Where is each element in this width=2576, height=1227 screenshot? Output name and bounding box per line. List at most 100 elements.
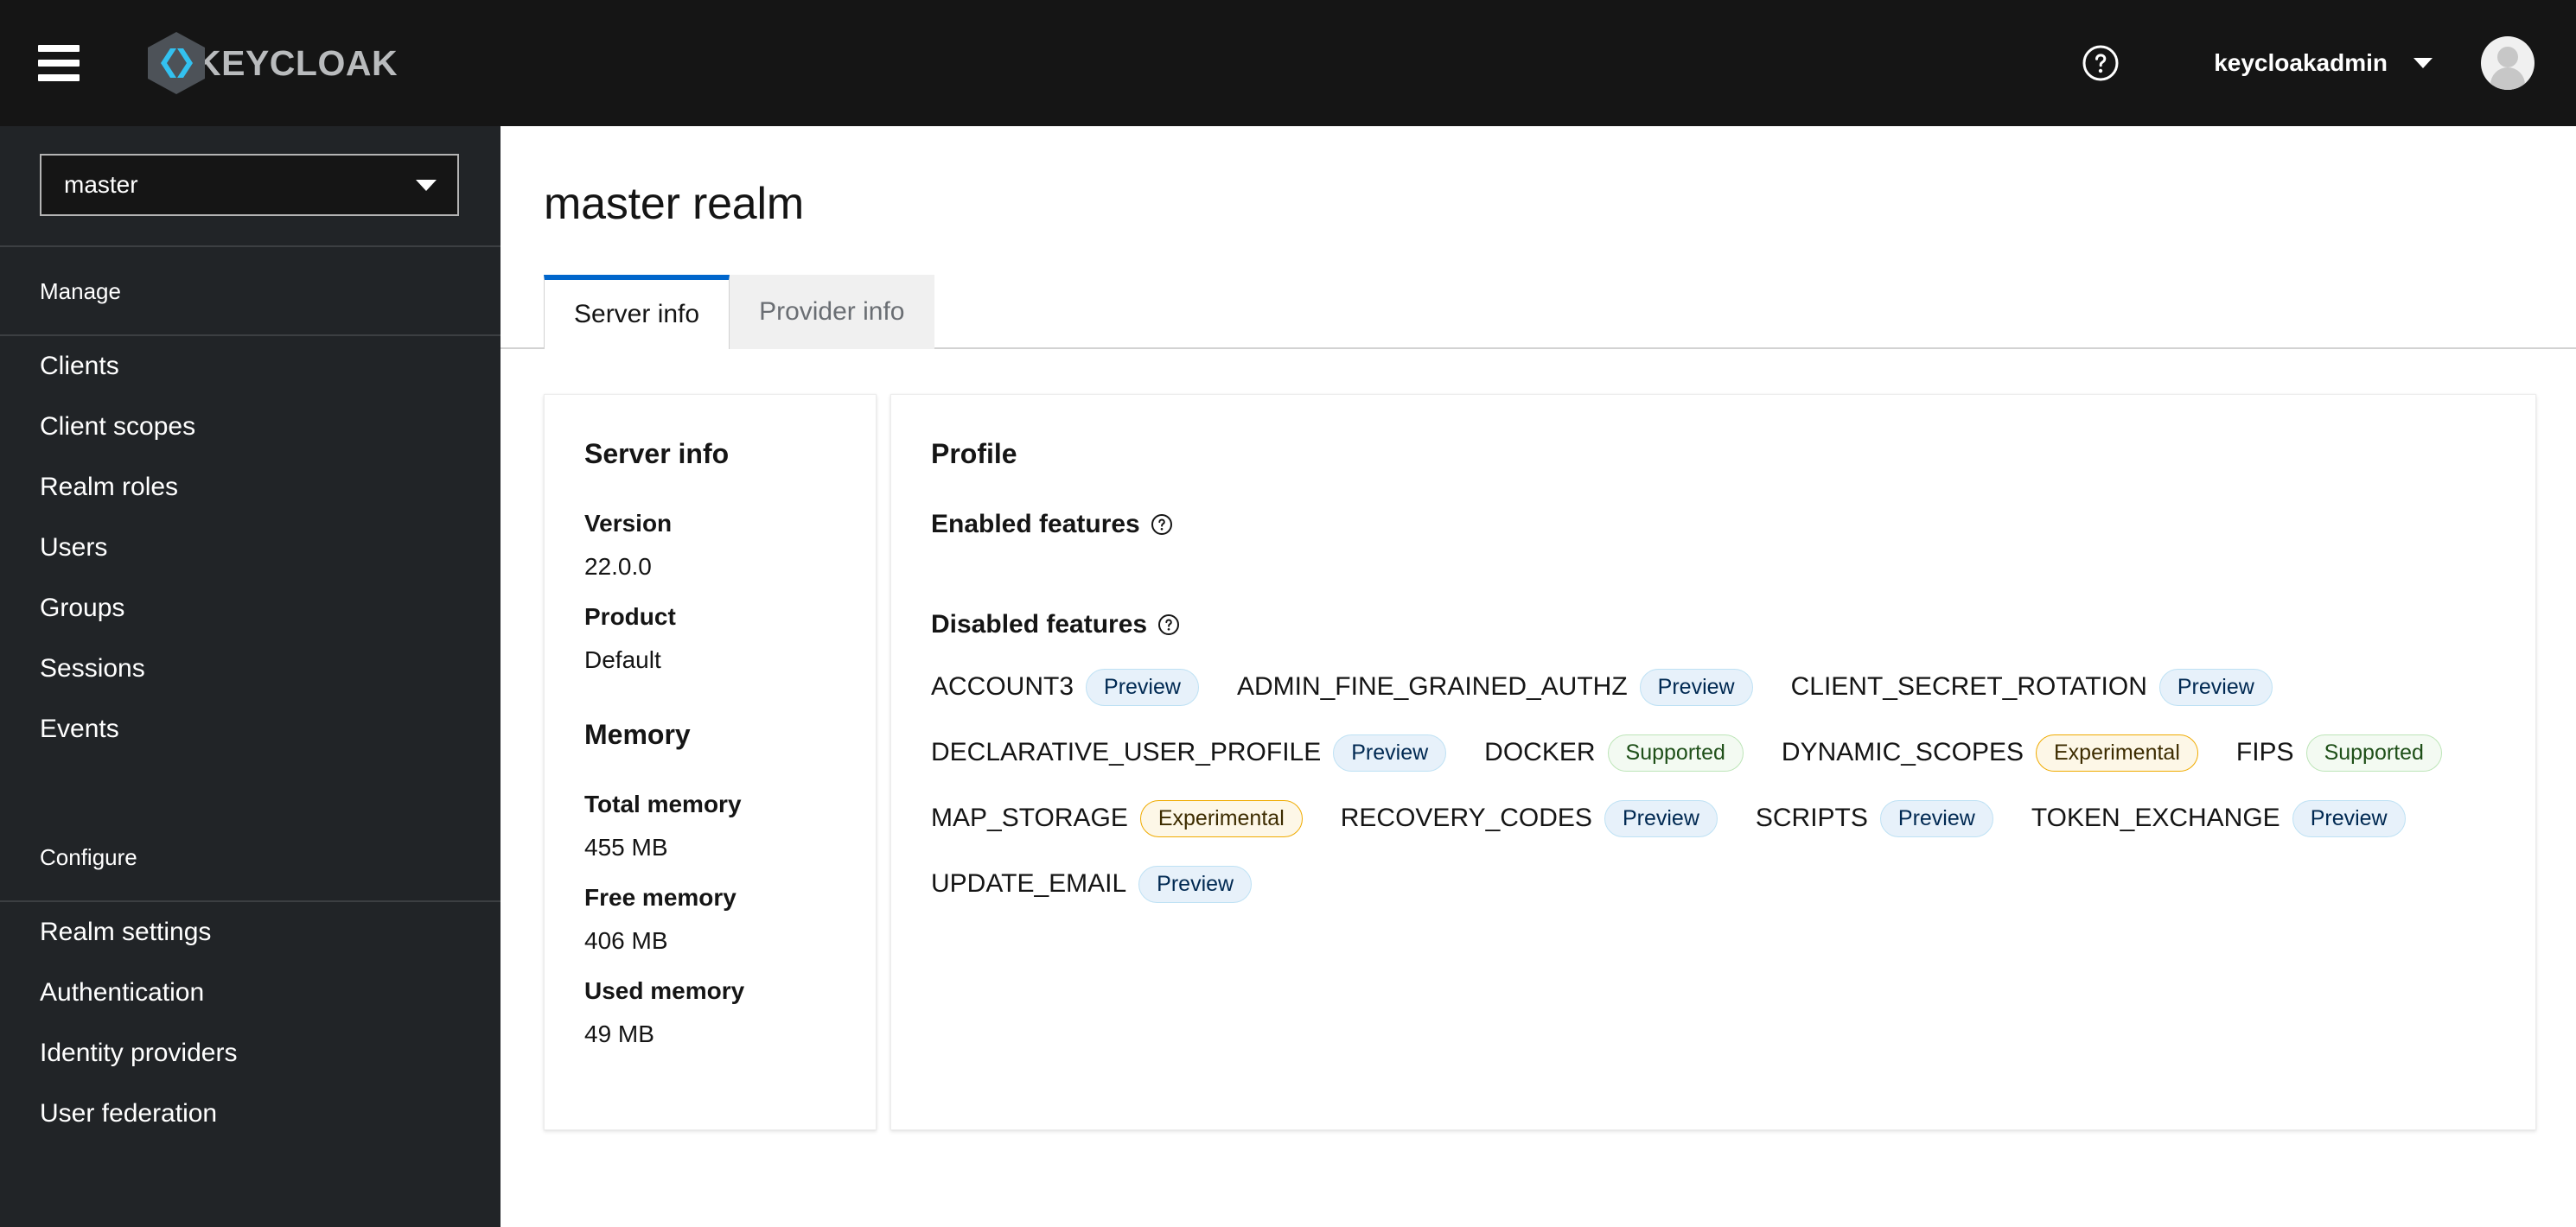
brand-name: KEYCLOAK <box>195 42 399 83</box>
status-badge: Preview <box>1604 799 1718 837</box>
total-memory-label: Total memory <box>584 791 742 817</box>
feature-item: DYNAMIC_SCOPES Experimental <box>1782 726 2198 779</box>
used-memory-value: 49 MB <box>584 1020 654 1047</box>
caret-down-icon <box>2413 58 2433 68</box>
caret-down-icon <box>416 179 437 191</box>
memory-heading: Memory <box>584 719 691 750</box>
feature-name: DOCKER <box>1484 738 1596 766</box>
sidebar-item-authentication[interactable]: Authentication <box>0 963 501 1023</box>
sidebar-item-sessions[interactable]: Sessions <box>0 639 501 699</box>
feature-item: MAP_STORAGE Experimental <box>931 792 1303 845</box>
total-memory-value: 455 MB <box>584 834 668 861</box>
disabled-features-label: Disabled features <box>931 610 2496 639</box>
server-info-heading: Server info <box>584 438 730 469</box>
tab-bar: Server info Provider info <box>501 275 2576 349</box>
feature-name: MAP_STORAGE <box>931 804 1128 832</box>
sidebar-item-client-scopes[interactable]: Client scopes <box>0 397 501 457</box>
main-content: master realm Server info Provider info S… <box>501 126 2576 1227</box>
status-badge: Preview <box>1138 865 1253 903</box>
sidebar-item-user-federation[interactable]: User federation <box>0 1084 501 1144</box>
features-gap <box>931 560 2496 610</box>
tab-provider-info[interactable]: Provider info <box>730 275 934 349</box>
hamburger-menu-icon[interactable] <box>38 45 80 81</box>
feature-item: DECLARATIVE_USER_PROFILE Preview <box>931 726 1447 779</box>
server-info-card: Server info Version 22.0.0 Product Defau… <box>544 394 877 1130</box>
feature-name: ADMIN_FINE_GRAINED_AUTHZ <box>1236 672 1628 701</box>
avatar[interactable] <box>2481 36 2535 90</box>
realm-selector-value: master <box>64 171 138 198</box>
product-value: Default <box>584 646 661 673</box>
feature-name: SCRIPTS <box>1755 804 1868 832</box>
content-area: Server info Version 22.0.0 Product Defau… <box>501 349 2576 1130</box>
disabled-features-text: Disabled features <box>931 610 1148 639</box>
masthead-actions: keycloakadmin <box>2081 36 2535 90</box>
user-menu[interactable]: keycloakadmin <box>2214 49 2433 77</box>
sidebar-item-clients[interactable]: Clients <box>0 336 501 397</box>
feature-item: CLIENT_SECRET_ROTATION Preview <box>1791 660 2273 714</box>
free-memory-label: Free memory <box>584 884 736 911</box>
feature-name: FIPS <box>2235 738 2294 766</box>
feature-item: SCRIPTS Preview <box>1756 792 1993 845</box>
feature-item: ADMIN_FINE_GRAINED_AUTHZ Preview <box>1237 660 1753 714</box>
feature-name: RECOVERY_CODES <box>1340 804 1592 832</box>
sidebar-item-events[interactable]: Events <box>0 699 501 760</box>
feature-item: TOKEN_EXCHANGE Preview <box>2031 792 2406 845</box>
avatar-body <box>2490 67 2525 90</box>
realm-selector-wrapper: master <box>0 126 501 245</box>
status-badge: Experimental <box>1139 799 1303 837</box>
version-value: 22.0.0 <box>584 553 652 580</box>
username-label: keycloakadmin <box>2214 49 2388 76</box>
status-badge: Preview <box>2292 799 2406 837</box>
feature-name: ACCOUNT3 <box>931 672 1074 701</box>
realm-selector[interactable]: master <box>40 154 459 216</box>
sidebar-item-identity-providers[interactable]: Identity providers <box>0 1023 501 1084</box>
feature-name: DECLARATIVE_USER_PROFILE <box>931 738 1322 766</box>
status-badge: Preview <box>1639 668 1753 706</box>
status-badge: Preview <box>2158 668 2273 706</box>
hamburger-bar <box>38 60 80 67</box>
feature-item: DOCKER Supported <box>1484 726 1744 779</box>
help-circle-icon[interactable] <box>2081 43 2120 83</box>
status-badge: Supported <box>1607 734 1744 772</box>
feature-name: TOKEN_EXCHANGE <box>2031 804 2280 832</box>
feature-name: DYNAMIC_SCOPES <box>1781 738 2024 766</box>
enabled-features-text: Enabled features <box>931 510 1140 538</box>
hamburger-bar <box>38 74 80 81</box>
nav-group-title-configure: Configure <box>40 844 137 870</box>
feature-name: CLIENT_SECRET_ROTATION <box>1790 672 2147 701</box>
profile-heading: Profile <box>931 438 1017 469</box>
status-badge: Experimental <box>2035 734 2198 772</box>
status-badge: Preview <box>1086 668 1199 706</box>
disabled-features-list: ACCOUNT3 Preview ADMIN_FINE_GRAINED_AUTHZ P… <box>931 660 2496 911</box>
feature-item: RECOVERY_CODES Preview <box>1341 792 1718 845</box>
masthead: KEYCLOAK keycloakadmin <box>0 0 2576 126</box>
status-badge: Preview <box>1879 799 1993 837</box>
help-circle-icon[interactable] <box>1157 614 1180 636</box>
sidebar-item-users[interactable]: Users <box>0 518 501 578</box>
enabled-features-label: Enabled features <box>931 510 2496 539</box>
used-memory-label: Used memory <box>584 977 745 1004</box>
feature-name: UPDATE_EMAIL <box>931 869 1127 898</box>
feature-item: FIPS Supported <box>2236 726 2442 779</box>
profile-card: Profile Enabled features Disabled featur… <box>890 394 2536 1130</box>
help-circle-icon[interactable] <box>1151 513 1173 536</box>
product-label: Product <box>584 603 676 630</box>
version-label: Version <box>584 510 673 537</box>
avatar-head <box>2497 47 2518 67</box>
page-title: master realm <box>544 179 804 229</box>
sidebar-item-realm-settings[interactable]: Realm settings <box>0 902 501 963</box>
feature-item: UPDATE_EMAIL Preview <box>931 857 1253 911</box>
feature-item: ACCOUNT3 Preview <box>931 660 1199 714</box>
sidebar: master Manage Clients Client scopes Real… <box>0 126 501 1227</box>
free-memory-value: 406 MB <box>584 927 668 954</box>
status-badge: Supported <box>2305 734 2442 772</box>
nav-group-title-manage: Manage <box>40 278 121 304</box>
sidebar-item-groups[interactable]: Groups <box>0 578 501 639</box>
sidebar-item-realm-roles[interactable]: Realm roles <box>0 457 501 518</box>
keycloak-hex-icon <box>145 30 207 96</box>
tab-server-info[interactable]: Server info <box>544 275 730 349</box>
status-badge: Preview <box>1333 734 1447 772</box>
brand-logo[interactable]: KEYCLOAK <box>145 30 399 96</box>
